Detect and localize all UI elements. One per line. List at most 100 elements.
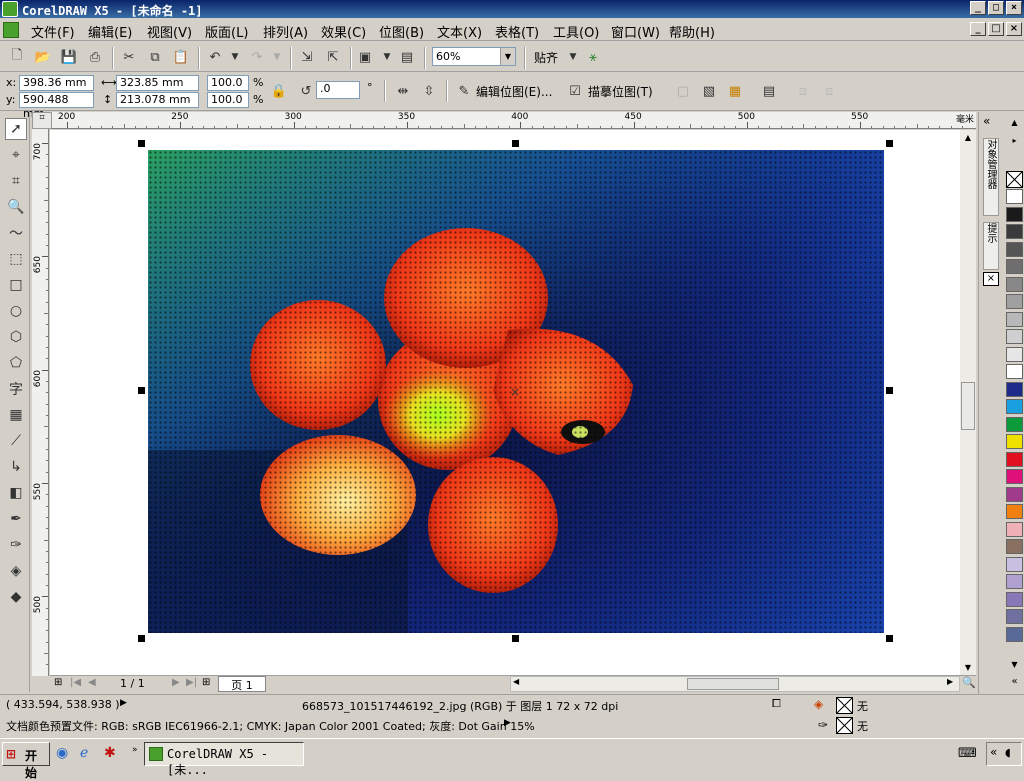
doc-minimize-button[interactable]: _ xyxy=(970,22,986,36)
menu-layout[interactable]: 版面(L) xyxy=(205,22,248,41)
edit-bitmap-button[interactable]: 编辑位图(E)... xyxy=(476,83,552,100)
horizontal-ruler[interactable]: 200 250 300 350 400 450 500 550 毫米 xyxy=(52,112,976,129)
no-color-swatch[interactable] xyxy=(1006,171,1023,188)
horizontal-scrollbar[interactable]: ◀ ▶ xyxy=(510,676,960,692)
color-swatch[interactable] xyxy=(1006,609,1023,624)
doc-restore-button[interactable]: □ xyxy=(988,22,1004,36)
color-swatch[interactable] xyxy=(1006,574,1023,589)
new-document-icon[interactable]: 🗋 xyxy=(8,48,26,66)
table-tool-icon[interactable]: ▦ xyxy=(5,404,27,426)
menu-effects[interactable]: 效果(C) xyxy=(321,22,366,41)
selection-handle[interactable] xyxy=(138,387,145,394)
lock-ratio-icon[interactable]: 🔒 xyxy=(270,82,288,100)
selection-handle[interactable] xyxy=(886,387,893,394)
color-swatch[interactable] xyxy=(1006,469,1023,484)
color-swatch[interactable] xyxy=(1006,189,1023,204)
start-button[interactable]: ⊞ 开始 xyxy=(2,742,50,780)
palette-scroll-down-icon[interactable]: ▼ xyxy=(1006,660,1023,672)
color-swatch[interactable] xyxy=(1006,451,1023,467)
cut-icon[interactable]: ✂ xyxy=(120,48,138,66)
scroll-thumb[interactable] xyxy=(961,382,975,430)
color-swatch[interactable] xyxy=(1006,399,1023,414)
selection-handle[interactable] xyxy=(512,635,519,642)
redo-icon[interactable]: ↷ xyxy=(248,48,266,66)
launcher-dropdown-icon[interactable]: ▼ xyxy=(378,48,396,66)
minimize-button[interactable]: _ xyxy=(970,1,986,15)
ruler-origin[interactable]: ⌗ xyxy=(32,112,52,129)
outline-none-swatch[interactable] xyxy=(836,717,853,734)
quicklaunch-more-icon[interactable]: » xyxy=(132,745,138,755)
close-docker-icon[interactable]: × xyxy=(983,272,999,286)
close-button[interactable]: × xyxy=(1006,1,1022,15)
color-swatch[interactable] xyxy=(1006,504,1023,519)
interactive-blend-tool-icon[interactable]: ◧ xyxy=(5,482,27,504)
app-quicklaunch-icon[interactable]: ✱ xyxy=(104,745,116,761)
volume-icon[interactable]: ◖ xyxy=(1005,746,1011,759)
ellipse-tool-icon[interactable]: ○ xyxy=(5,300,27,322)
object-manager-tab[interactable]: 对象管理器 xyxy=(983,138,999,216)
snap-dropdown-icon[interactable]: ▼ xyxy=(564,48,582,66)
vertical-scrollbar[interactable]: ▲ ▼ xyxy=(960,130,976,676)
trace-bitmap-icon[interactable]: ☑ xyxy=(566,82,584,100)
color-swatch[interactable] xyxy=(1006,294,1023,309)
first-page-icon[interactable]: |◀ xyxy=(70,677,81,688)
zoom-tool-icon[interactable]: 🔍 xyxy=(5,196,27,218)
menu-help[interactable]: 帮助(H) xyxy=(669,22,715,41)
color-swatch[interactable] xyxy=(1006,626,1023,642)
doc-close-button[interactable]: × xyxy=(1006,22,1022,36)
zoom-level-combo[interactable]: 60% ▼ xyxy=(432,47,516,66)
add-page-icon[interactable]: ⊞ xyxy=(54,677,62,688)
tray-expand-icon[interactable]: « xyxy=(990,745,997,759)
menu-view[interactable]: 视图(V) xyxy=(147,22,192,41)
scroll-up-icon[interactable]: ▲ xyxy=(960,130,976,146)
color-swatch[interactable] xyxy=(1006,224,1023,239)
color-swatch[interactable] xyxy=(1006,556,1023,572)
resample-icon[interactable]: ▧ xyxy=(700,82,718,100)
menu-window[interactable]: 窗口(W) xyxy=(611,22,660,41)
height-field[interactable]: 213.078 mm xyxy=(116,92,199,108)
scroll-down-icon[interactable]: ▼ xyxy=(960,660,976,676)
snap-to-label[interactable]: 贴齐 xyxy=(534,49,558,66)
selection-handle[interactable] xyxy=(886,140,893,147)
undo-icon[interactable]: ↶ xyxy=(206,48,224,66)
color-swatch[interactable] xyxy=(1006,259,1023,274)
next-page-icon[interactable]: ▶ xyxy=(172,677,180,688)
text-tool-icon[interactable]: 字 xyxy=(5,378,27,400)
fill-tool-icon[interactable]: ◈ xyxy=(5,560,27,582)
color-swatch[interactable] xyxy=(1006,539,1023,554)
pick-tool-icon[interactable]: ➚ xyxy=(5,118,27,140)
rotation-angle-field[interactable]: .0 xyxy=(316,81,360,99)
options-icon[interactable]: ⚹ xyxy=(584,48,602,66)
navigator-icon[interactable]: 🔍 xyxy=(962,676,976,689)
palette-expand-icon[interactable]: « xyxy=(1006,676,1023,688)
arrange-back-icon[interactable]: ⧈ xyxy=(820,82,838,100)
scroll-left-icon[interactable]: ◀ xyxy=(513,677,519,686)
crop-bitmap-icon[interactable]: ▢ xyxy=(674,82,692,100)
welcome-screen-icon[interactable]: ▤ xyxy=(398,48,416,66)
wrap-text-icon[interactable]: ▤ xyxy=(760,82,778,100)
color-swatch[interactable] xyxy=(1006,241,1023,257)
menu-bitmaps[interactable]: 位图(B) xyxy=(379,22,424,41)
menu-table[interactable]: 表格(T) xyxy=(495,22,539,41)
color-swatch[interactable] xyxy=(1006,329,1023,344)
color-swatch[interactable] xyxy=(1006,276,1023,292)
document-icon[interactable] xyxy=(3,22,19,38)
color-swatch[interactable] xyxy=(1006,206,1023,222)
interactive-fill-tool-icon[interactable]: ◆ xyxy=(5,586,27,608)
y-position-field[interactable]: 590.488 mm xyxy=(19,92,94,120)
color-swatch[interactable] xyxy=(1006,591,1023,607)
selection-handle[interactable] xyxy=(886,635,893,642)
color-swatch[interactable] xyxy=(1006,486,1023,502)
color-swatch[interactable] xyxy=(1006,311,1023,327)
menu-tools[interactable]: 工具(O) xyxy=(553,22,599,41)
smart-fill-tool-icon[interactable]: ⬚ xyxy=(5,248,27,270)
chrome-icon[interactable]: ◉ xyxy=(56,745,68,761)
outline-pen-tool-icon[interactable]: ✑ xyxy=(5,534,27,556)
polygon-tool-icon[interactable]: ⬡ xyxy=(5,326,27,348)
arrange-front-icon[interactable]: ⧈ xyxy=(794,82,812,100)
dimension-tool-icon[interactable]: ⟋ xyxy=(5,430,27,452)
scroll-right-icon[interactable]: ▶ xyxy=(947,677,953,686)
print-icon[interactable]: ⎙ xyxy=(86,48,104,66)
mirror-horizontal-icon[interactable]: ⇹ xyxy=(394,82,412,100)
undo-dropdown-icon[interactable]: ▼ xyxy=(226,48,244,66)
